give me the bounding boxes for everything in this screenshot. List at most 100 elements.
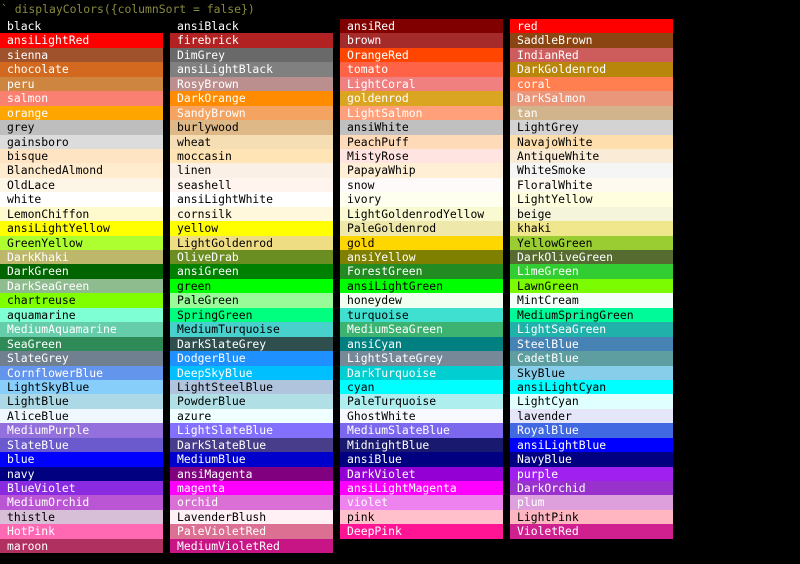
color-swatch-row: GhostWhite [340,408,503,424]
color-swatch-row: MediumPurple [0,423,163,438]
color-swatch-row: green [170,278,333,294]
color-swatch-row: PaleVioletRed [170,524,333,539]
color-swatch-row: orange [0,105,163,121]
color-swatch-row: SkyBlue [510,365,673,380]
color-swatch-row: DarkOrange [170,91,333,106]
color-swatch-row: DarkKhaki [0,250,163,265]
color-swatch-row: seashell [170,177,333,193]
color-swatch-row: sienna [0,47,163,63]
color-swatch-row: SpringGreen [170,307,333,323]
color-column-1: black ansiLightRed sienna chocolate peru salm… [0,19,163,554]
color-swatch-row: PaleTurquoise [340,394,503,409]
color-swatch-row: khaki [510,221,673,236]
color-swatch-row: SaddleBrown [510,33,673,48]
color-swatch-row: burlywood [170,120,333,135]
color-swatch-row: PowderBlue [170,394,333,409]
color-swatch-row: MidnightBlue [340,437,503,453]
color-swatch-row: MediumVioletRed [170,538,333,554]
color-swatch-row: ansiRed [340,19,503,34]
color-swatch-row: yellow [170,221,333,236]
color-swatch-row: PaleGreen [170,293,333,308]
color-swatch-row: LightSkyBlue [0,379,163,395]
color-swatch-row: brown [340,33,503,48]
color-swatch-row: ansiCyan [340,336,503,352]
color-swatch-row: grey [0,120,163,135]
color-swatch-row: LightGoldenrodYellow [340,206,503,222]
console-command: ` displayColors({columnSort = false}) [1,2,255,16]
color-swatch-row: ansiLightCyan [510,379,673,395]
color-swatch-row: DarkSeaGreen [0,278,163,294]
color-swatch-row: azure [170,408,333,424]
color-swatch-row: thistle [0,509,163,525]
color-swatch-row: MediumSeaGreen [340,322,503,337]
color-swatch-row: CornflowerBlue [0,365,163,380]
color-swatch-row: SandyBrown [170,105,333,121]
color-swatch-row: navy [0,466,163,481]
color-swatch-row: black [0,19,163,34]
color-swatch-row: ansiWhite [340,120,503,135]
color-swatch-row: maroon [0,538,163,554]
color-swatch-row: ansiLightBlack [170,62,333,77]
color-swatch-row: LightGoldenrod [170,235,333,250]
color-swatch-row: MintCream [510,293,673,308]
color-swatch-row: OldLace [0,177,163,193]
color-swatch-row: white [0,192,163,207]
color-swatch-row: DimGrey [170,47,333,63]
color-swatch-row: ansiMagenta [170,466,333,481]
color-swatch-row: coral [510,76,673,92]
color-swatch-row: VioletRed [510,524,673,539]
color-swatch-row: orchid [170,495,333,510]
color-swatch-row: LightSlateGrey [340,351,503,366]
color-swatch-row: tan [510,105,673,121]
color-swatch-row: PapayaWhip [340,163,503,178]
color-column-4: red SaddleBrown IndianRed DarkGoldenrod cora… [510,19,673,539]
color-swatch-row: MediumSlateBlue [340,423,503,438]
color-swatch-row: OrangeRed [340,47,503,63]
color-swatch-row: DarkTurquoise [340,365,503,380]
color-swatch-row: moccasin [170,148,333,164]
color-swatch-row: NavajoWhite [510,134,673,149]
color-swatch-row: DarkSlateGrey [170,336,333,352]
color-swatch-row: honeydew [340,293,503,308]
color-swatch-row: firebrick [170,33,333,48]
color-swatch-row: cornsilk [170,206,333,222]
color-swatch-row: LawnGreen [510,278,673,294]
color-swatch-row: MediumBlue [170,452,333,467]
color-swatch-row: DarkSlateBlue [170,437,333,453]
color-swatch-row: DarkGreen [0,264,163,279]
color-swatch-row: ansiGreen [170,264,333,279]
color-swatch-row: ansiLightRed [0,33,163,48]
color-swatch-row: ansiLightMagenta [340,481,503,496]
color-swatch-row: DeepPink [340,524,503,539]
color-swatch-row: gainsboro [0,134,163,149]
color-swatch-row: LemonChiffon [0,206,163,222]
color-swatch-row: LightSteelBlue [170,379,333,395]
color-swatch-row: LimeGreen [510,264,673,279]
color-column-3: ansiRed brown OrangeRed tomato LightCoral gol… [340,19,503,539]
color-swatch-row: ansiBlack [170,19,333,34]
color-swatch-row: violet [340,495,503,510]
color-swatch-row: DarkSalmon [510,91,673,106]
color-swatch-row: MistyRose [340,148,503,164]
color-swatch-row: OliveDrab [170,250,333,265]
color-swatch-row: PaleGoldenrod [340,221,503,236]
color-swatch-row: LightSeaGreen [510,322,673,337]
color-swatch-row: MediumSpringGreen [510,307,673,323]
color-swatch-row: plum [510,495,673,510]
color-swatch-row: DarkOrchid [510,481,673,496]
color-swatch-row: pink [340,509,503,525]
color-swatch-row: DarkOliveGreen [510,250,673,265]
color-swatch-row: HotPink [0,524,163,539]
color-swatch-row: blue [0,452,163,467]
color-swatch-row: LightYellow [510,192,673,207]
color-swatch-row: snow [340,177,503,193]
color-swatch-row: ansiBlue [340,452,503,467]
color-swatch-row: ansiLightGreen [340,278,503,294]
color-swatch-row: chocolate [0,62,163,77]
color-swatch-row: MediumAquamarine [0,322,163,337]
color-swatch-row: IndianRed [510,47,673,63]
color-swatch-row: DarkViolet [340,466,503,481]
color-swatch-row: beige [510,206,673,222]
color-swatch-row: BlueViolet [0,481,163,496]
color-swatch-row: BlanchedAlmond [0,163,163,178]
